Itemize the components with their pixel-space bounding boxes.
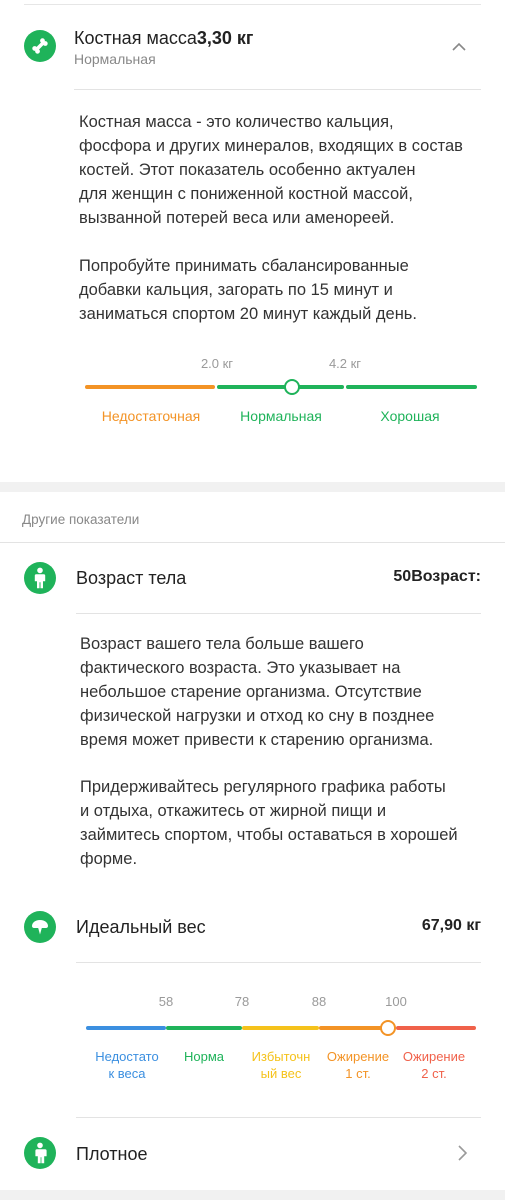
weight-segment-under (86, 1026, 166, 1030)
bone-marker (284, 379, 300, 395)
body-age-divider (76, 613, 481, 614)
bone-segment-good (346, 385, 477, 389)
weight-marker (380, 1020, 396, 1036)
person-icon (24, 1137, 56, 1169)
ideal-weight-divider (76, 962, 481, 963)
bone-description: Костная масса - это количество кальция, … (79, 113, 463, 227)
bone-icon (24, 30, 56, 62)
bone-cat-low: Недостаточная (101, 408, 201, 424)
ideal-weight-title: Идеальный вес (76, 917, 206, 937)
body-age-title: Возраст тела (76, 568, 187, 588)
weight-tick-100: 100 (385, 994, 407, 1009)
chevron-up-icon[interactable] (450, 40, 468, 58)
bottom-gap (0, 1190, 505, 1200)
weight-tick-78: 78 (234, 994, 250, 1009)
bone-advice: Попробуйте принимать сбалансированные до… (79, 257, 417, 323)
body-type-title: Плотное (76, 1144, 148, 1164)
body-age-value-row: 50Возраст: (393, 568, 481, 586)
body-age-suffix: Возраст: (411, 568, 481, 585)
weight-bottom-divider (76, 1117, 481, 1118)
weight-cat-over: Избыточн ый вес (251, 1049, 311, 1081)
body-age-value: 50 (393, 568, 412, 585)
ideal-weight-value: 67,90 кг (421, 917, 481, 934)
bone-tick-high: 4.2 кг (328, 356, 362, 371)
weight-cat-under: Недостато к веса (95, 1049, 159, 1081)
body-age-description: Возраст вашего тела больше вашего фактич… (80, 635, 435, 749)
weight-cat-obese1: Ожирение 1 ст. (326, 1049, 390, 1081)
bone-mass-title-row: Костная масса3,30 кг (74, 28, 253, 49)
bone-mass-value: 3,30 кг (196, 28, 254, 48)
person-icon (24, 562, 56, 594)
scale-icon (24, 911, 56, 943)
bone-tick-low: 2.0 кг (200, 356, 234, 371)
weight-cat-normal: Норма (183, 1049, 224, 1064)
bone-divider (74, 89, 481, 90)
bone-cat-normal: Нормальная (240, 408, 322, 424)
bone-segment-normal (217, 385, 344, 389)
weight-tick-58: 58 (158, 994, 174, 1009)
section-gap (0, 482, 505, 492)
section-divider (0, 542, 505, 543)
other-metrics-label: Другие показатели (22, 512, 140, 527)
chevron-right-icon[interactable] (456, 1143, 468, 1168)
weight-segment-normal (166, 1026, 242, 1030)
weight-cat-obese2: Ожирение 2 ст. (402, 1049, 466, 1081)
body-age-advice: Придерживайтесь регулярного графика рабо… (80, 778, 458, 868)
bone-cat-good: Хорошая (380, 408, 440, 424)
top-divider (24, 4, 481, 5)
weight-tick-88: 88 (311, 994, 327, 1009)
bone-segment-low (85, 385, 215, 389)
bone-mass-title: Костная масса (74, 28, 197, 48)
weight-segment-obese2 (396, 1026, 476, 1030)
weight-segment-over (242, 1026, 319, 1030)
bone-mass-status: Нормальная (74, 51, 156, 67)
